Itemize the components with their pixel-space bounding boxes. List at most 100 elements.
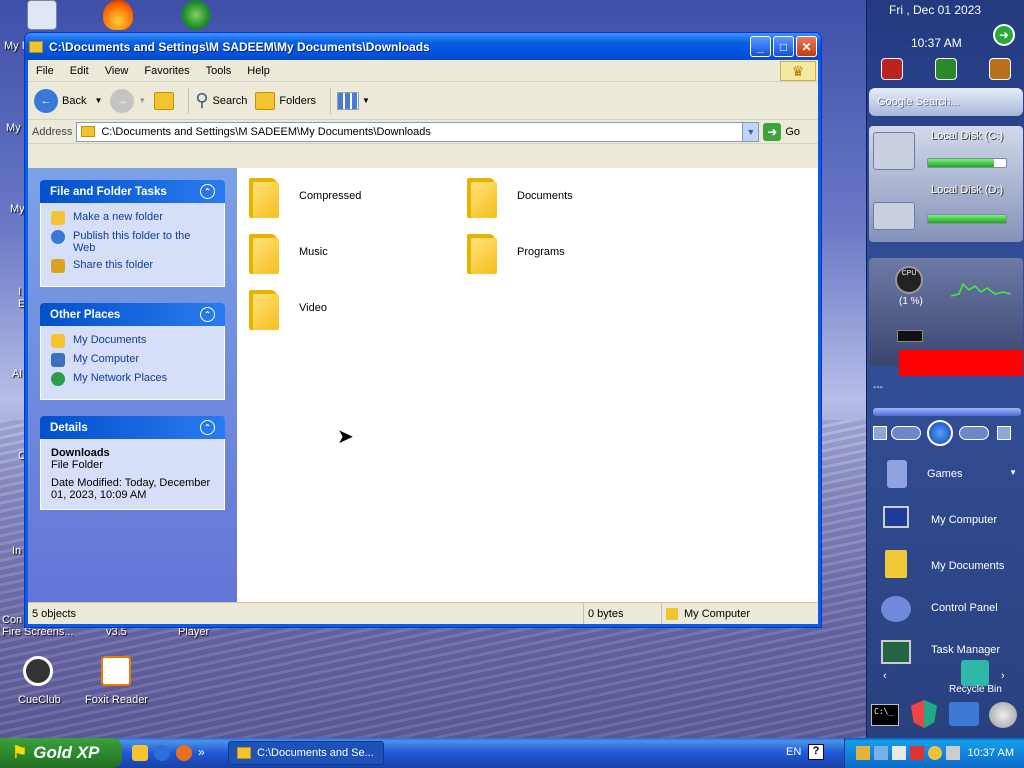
up-folder-button[interactable] [154,91,175,110]
tray-clock[interactable]: 10:37 AM [968,747,1014,759]
desktop-label[interactable]: My I [4,40,25,52]
file-list[interactable]: Compressed Documents Music Programs Vide… [237,168,818,602]
stop-icon[interactable] [873,426,887,440]
power-off-icon[interactable] [881,58,903,80]
control-panel-icon[interactable] [881,596,911,622]
launch-my-computer[interactable]: My Computer [931,514,997,526]
my-documents-icon[interactable] [885,550,907,578]
folder-item[interactable]: Video [247,286,447,330]
address-dropdown-button[interactable]: ▼ [742,122,759,141]
recycle-bin-icon[interactable] [961,660,989,686]
desktop-label[interactable]: In [12,545,21,557]
launch-control-panel[interactable]: Control Panel [931,602,998,614]
media-progress-bar[interactable] [873,408,1021,416]
desktop-label[interactable]: Al [12,368,22,380]
desktop-icon-label[interactable]: Foxit Reader [85,694,148,706]
folders-button[interactable]: Folders [255,91,316,110]
chevron-left-icon[interactable]: ‹ [883,670,887,682]
chevron-down-icon[interactable]: ▼ [94,96,102,105]
launch-my-documents[interactable]: My Documents [931,560,1004,572]
start-button[interactable]: ⚑ Gold XP [0,738,122,768]
desktop-label[interactable]: My [10,203,25,215]
internet-explorer-icon[interactable] [154,745,170,761]
address-input[interactable]: C:\Documents and Settings\M SADEEM\My Do… [76,121,760,142]
launch-recycle-bin[interactable]: Recycle Bin [949,684,1019,694]
speaker-icon[interactable] [989,702,1017,728]
menu-view[interactable]: View [97,65,137,77]
firefox-icon[interactable] [176,745,192,761]
menu-file[interactable]: File [28,65,62,77]
language-indicator[interactable]: EN [786,746,801,758]
tray-icon[interactable] [891,746,906,760]
games-icon[interactable] [887,460,907,488]
collapse-icon[interactable]: ⌃ [200,184,215,199]
my-documents-link[interactable]: My Documents [51,334,214,348]
security-shield-icon[interactable] [911,700,937,728]
link-label: My Network Places [73,372,168,384]
computer-icon[interactable] [883,506,909,528]
go-arrow-icon[interactable]: ➜ [763,122,782,141]
desktop-icon-label[interactable]: CueClub [18,694,61,706]
folder-item[interactable]: Documents [465,174,665,218]
desktop-label[interactable]: My [6,122,21,134]
network-icon[interactable] [949,702,979,726]
next-icon[interactable] [959,426,989,440]
menu-favorites[interactable]: Favorites [136,65,197,77]
task-manager-icon[interactable] [881,640,911,664]
share-folder-link[interactable]: Share this folder [51,259,214,273]
tray-icon[interactable] [855,746,870,760]
folder-item[interactable]: Compressed [247,174,447,218]
folder-item[interactable]: Music [247,230,447,274]
tray-network-icon[interactable] [873,746,888,760]
desktop-label[interactable]: Con [2,614,22,626]
make-new-folder-link[interactable]: Make a new folder [51,211,214,225]
restart-icon[interactable] [935,58,957,80]
panel-header[interactable]: Details ⌃ [40,416,225,439]
minimize-button[interactable]: _ [750,36,771,57]
folder-icon [247,286,279,330]
launcher-gadget: Games ▼ My Computer My Documents Control… [869,456,1023,694]
forward-button[interactable]: → ▼ [110,88,146,113]
my-network-places-link[interactable]: My Network Places [51,372,214,386]
standby-icon[interactable] [989,58,1011,80]
help-icon[interactable]: ? [808,744,824,760]
menu-tools[interactable]: Tools [198,65,240,77]
command-prompt-icon[interactable]: C:\_ [871,704,899,726]
publish-web-link[interactable]: Publish this folder to the Web [51,230,214,254]
tray-volume-icon[interactable] [945,746,960,760]
go-button[interactable]: Go [785,126,800,138]
desktop-label[interactable]: I [18,286,21,298]
tray-shield-icon[interactable] [909,746,924,760]
my-computer-link[interactable]: My Computer [51,353,214,367]
arrow-right-icon[interactable]: ➜ [993,24,1015,46]
folder-item[interactable]: Programs [465,230,665,274]
panel-header[interactable]: File and Folder Tasks ⌃ [40,180,225,203]
chevron-down-icon[interactable]: ▼ [1009,468,1017,477]
previous-icon[interactable] [891,426,921,440]
google-search-gadget[interactable]: Google Search... [869,88,1023,116]
close-button[interactable]: ✕ [796,36,817,57]
chevron-icon[interactable]: » [198,745,205,761]
chevron-down-icon[interactable]: ▼ [138,96,146,105]
taskbar-explorer-task[interactable]: C:\Documents and Se... [228,741,384,765]
title-bar[interactable]: C:\Documents and Settings\M SADEEM\My Do… [25,33,821,60]
play-icon[interactable] [927,420,953,446]
search-button[interactable]: ⚲ Search [195,90,247,111]
eject-icon[interactable] [997,426,1011,440]
tray-icon[interactable] [927,746,942,760]
views-button[interactable]: ▼ [337,91,370,110]
launch-games[interactable]: Games [927,468,962,480]
collapse-icon[interactable]: ⌃ [200,420,215,435]
back-button[interactable]: ← Back ▼ [34,88,102,113]
menu-help[interactable]: Help [239,65,278,77]
folder-icon[interactable] [132,745,148,761]
launch-task-manager[interactable]: Task Manager [931,644,1000,656]
collapse-icon[interactable]: ⌃ [200,307,215,322]
menu-edit[interactable]: Edit [62,65,97,77]
foxit-reader-icon[interactable] [96,656,136,696]
cueclub-icon[interactable] [18,656,58,696]
panel-header[interactable]: Other Places ⌃ [40,303,225,326]
chevron-right-icon[interactable]: › [1001,670,1005,682]
chevron-down-icon[interactable]: ▼ [362,96,370,105]
maximize-button[interactable]: □ [773,36,794,57]
